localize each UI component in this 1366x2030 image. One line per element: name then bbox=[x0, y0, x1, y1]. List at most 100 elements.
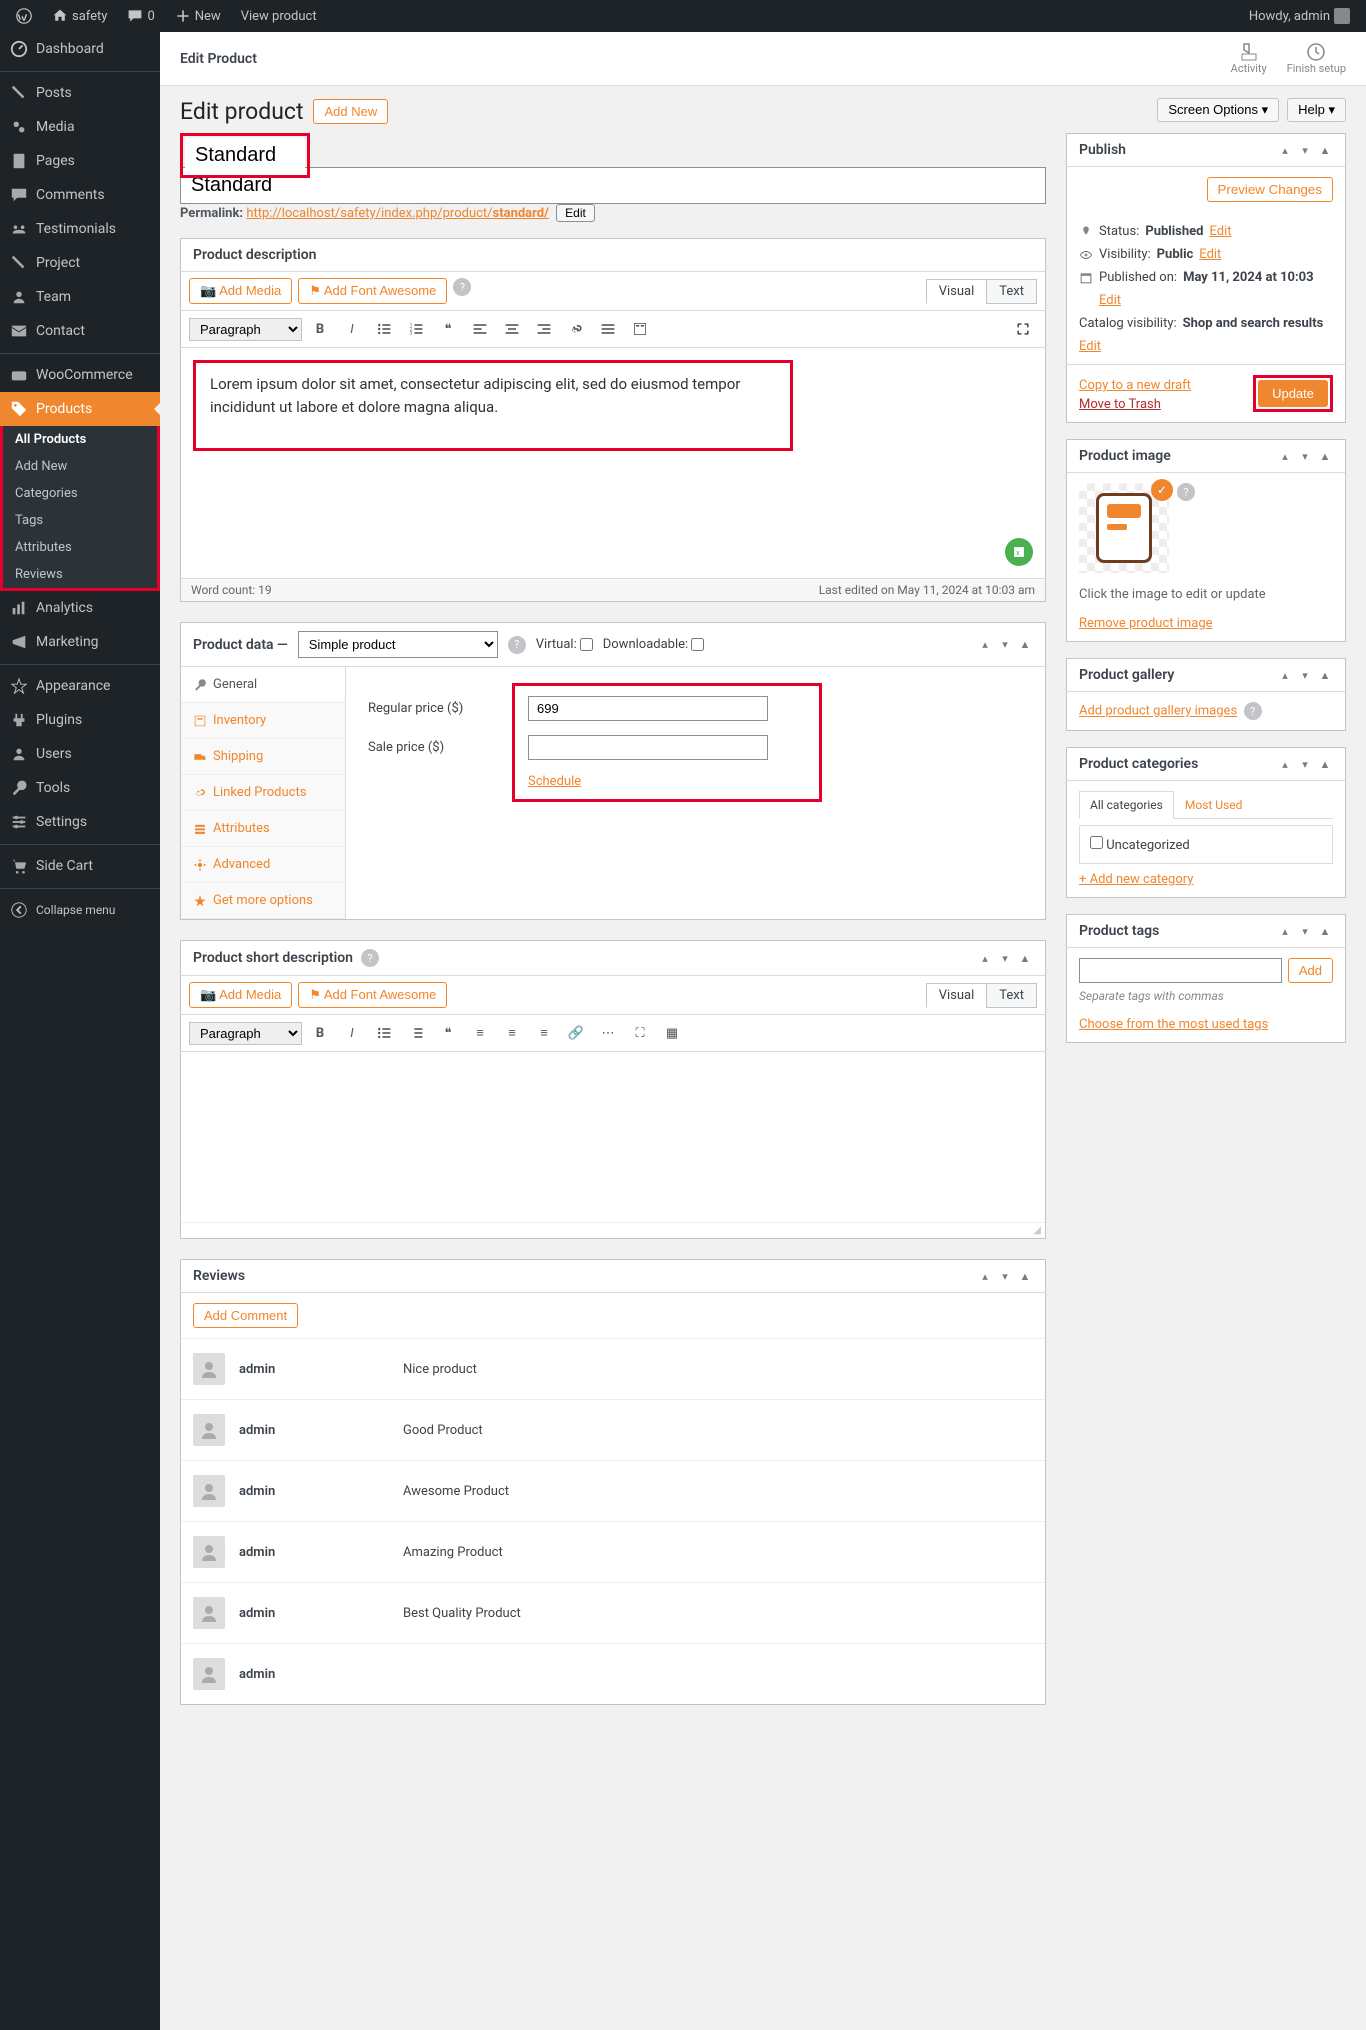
product-type-select[interactable]: Simple product bbox=[298, 631, 498, 658]
chevron-up-icon[interactable]: ▴ bbox=[1277, 756, 1293, 772]
help-icon[interactable]: ? bbox=[361, 949, 379, 967]
cat-tab-most[interactable]: Most Used bbox=[1174, 791, 1254, 819]
help-icon[interactable]: ? bbox=[453, 278, 471, 296]
sidebar-item-dashboard[interactable]: Dashboard bbox=[0, 32, 160, 66]
sidebar-item-collapse[interactable]: Collapse menu bbox=[0, 888, 160, 927]
update-button[interactable]: Update bbox=[1258, 380, 1328, 407]
review-item[interactable]: adminNice product bbox=[181, 1338, 1045, 1399]
virtual-checkbox[interactable] bbox=[580, 638, 593, 651]
chevron-down-icon[interactable]: ▾ bbox=[1297, 448, 1313, 464]
sort-icon[interactable]: ▲ bbox=[1317, 142, 1333, 158]
sub-reviews[interactable]: Reviews bbox=[3, 561, 157, 588]
sort-icon[interactable]: ▲ bbox=[1017, 637, 1033, 653]
regular-price-input[interactable] bbox=[528, 696, 768, 721]
italic-icon[interactable]: I bbox=[338, 315, 366, 343]
sale-price-input[interactable] bbox=[528, 735, 768, 760]
pd-tab-linked[interactable]: Linked Products bbox=[181, 775, 345, 811]
activity-button[interactable]: Activity bbox=[1231, 42, 1267, 75]
sub-all-products[interactable]: All Products bbox=[3, 426, 157, 453]
excel-badge-icon[interactable]: x bbox=[1005, 538, 1033, 566]
downloadable-checkbox[interactable] bbox=[691, 638, 704, 651]
format-select[interactable]: Paragraph bbox=[189, 318, 302, 341]
link-icon[interactable] bbox=[562, 315, 590, 343]
more-icon[interactable]: ⋯ bbox=[594, 1019, 622, 1047]
help-icon[interactable]: ? bbox=[1177, 483, 1195, 501]
chevron-up-icon[interactable]: ▴ bbox=[977, 950, 993, 966]
permalink-link[interactable]: http://localhost/safety/index.php/produc… bbox=[246, 206, 549, 221]
sort-icon[interactable]: ▲ bbox=[1317, 923, 1333, 939]
sidebar-item-posts[interactable]: Posts bbox=[0, 71, 160, 110]
ul-icon[interactable] bbox=[370, 315, 398, 343]
product-image-thumbnail[interactable]: ✓ bbox=[1079, 483, 1169, 573]
tag-input[interactable] bbox=[1079, 958, 1282, 983]
sidebar-item-project[interactable]: Project bbox=[0, 246, 160, 280]
more-icon[interactable] bbox=[594, 315, 622, 343]
choose-tags-link[interactable]: Choose from the most used tags bbox=[1079, 1017, 1268, 1032]
tab-text[interactable]: Text bbox=[986, 279, 1037, 304]
chevron-down-icon[interactable]: ▾ bbox=[997, 1268, 1013, 1284]
ol-icon[interactable] bbox=[402, 1019, 430, 1047]
chevron-down-icon[interactable]: ▾ bbox=[1297, 142, 1313, 158]
chevron-up-icon[interactable]: ▴ bbox=[1277, 667, 1293, 683]
align-center-icon[interactable]: ≡ bbox=[498, 1019, 526, 1047]
edit-visibility-link[interactable]: Edit bbox=[1199, 247, 1221, 262]
add-fontawesome-button[interactable]: ⚑ Add Font Awesome bbox=[298, 982, 447, 1008]
cat-tab-all[interactable]: All categories bbox=[1079, 791, 1174, 819]
italic-icon[interactable]: I bbox=[338, 1019, 366, 1047]
align-left-icon[interactable] bbox=[466, 315, 494, 343]
permalink-edit-button[interactable]: Edit bbox=[556, 204, 595, 222]
toolbar-toggle-icon[interactable]: ▦ bbox=[658, 1019, 686, 1047]
chevron-up-icon[interactable]: ▴ bbox=[977, 1268, 993, 1284]
pd-tab-attributes[interactable]: Attributes bbox=[181, 811, 345, 847]
edit-status-link[interactable]: Edit bbox=[1209, 224, 1231, 239]
review-item[interactable]: adminAmazing Product bbox=[181, 1521, 1045, 1582]
fullscreen-icon[interactable]: ⛶ bbox=[626, 1019, 654, 1047]
edit-catalog-link[interactable]: Edit bbox=[1079, 339, 1101, 354]
review-item[interactable]: adminAwesome Product bbox=[181, 1460, 1045, 1521]
finish-setup-button[interactable]: Finish setup bbox=[1287, 42, 1346, 75]
pd-tab-more[interactable]: Get more options bbox=[181, 883, 345, 919]
sidebar-item-appearance[interactable]: Appearance bbox=[0, 664, 160, 703]
quote-icon[interactable]: ❝ bbox=[434, 1019, 462, 1047]
review-item[interactable]: admin bbox=[181, 1643, 1045, 1704]
tab-text[interactable]: Text bbox=[986, 983, 1037, 1008]
chevron-down-icon[interactable]: ▾ bbox=[1297, 756, 1313, 772]
add-tag-button[interactable]: Add bbox=[1288, 958, 1333, 983]
sidebar-item-comments[interactable]: Comments bbox=[0, 178, 160, 212]
sub-tags[interactable]: Tags bbox=[3, 507, 157, 534]
chevron-up-icon[interactable]: ▴ bbox=[1277, 142, 1293, 158]
bold-icon[interactable]: B bbox=[306, 1019, 334, 1047]
chevron-down-icon[interactable]: ▾ bbox=[1297, 667, 1313, 683]
add-media-button[interactable]: 📷 Add Media bbox=[189, 982, 292, 1008]
chevron-up-icon[interactable]: ▴ bbox=[977, 637, 993, 653]
add-media-button[interactable]: 📷 Add Media bbox=[189, 278, 292, 304]
help-button[interactable]: Help ▾ bbox=[1287, 98, 1346, 122]
sub-add-new[interactable]: Add New bbox=[3, 453, 157, 480]
help-icon[interactable]: ? bbox=[1244, 702, 1262, 720]
align-right-icon[interactable]: ≡ bbox=[530, 1019, 558, 1047]
add-gallery-link[interactable]: Add product gallery images bbox=[1079, 704, 1237, 719]
product-title-input[interactable] bbox=[185, 138, 305, 173]
edit-date-link[interactable]: Edit bbox=[1099, 293, 1121, 308]
short-editor-body[interactable] bbox=[181, 1052, 1045, 1222]
tab-visual[interactable]: Visual bbox=[926, 983, 988, 1008]
sidebar-item-users[interactable]: Users bbox=[0, 737, 160, 771]
remove-image-link[interactable]: Remove product image bbox=[1079, 616, 1213, 631]
copy-draft-link[interactable]: Copy to a new draft bbox=[1079, 378, 1191, 393]
add-category-link[interactable]: + Add new category bbox=[1079, 872, 1193, 887]
chevron-up-icon[interactable]: ▴ bbox=[1277, 448, 1293, 464]
description-content[interactable]: Lorem ipsum dolor sit amet, consectetur … bbox=[193, 360, 793, 451]
site-link[interactable]: safety bbox=[44, 0, 115, 32]
ol-icon[interactable]: 123 bbox=[402, 315, 430, 343]
align-left-icon[interactable]: ≡ bbox=[466, 1019, 494, 1047]
review-item[interactable]: adminBest Quality Product bbox=[181, 1582, 1045, 1643]
pd-tab-advanced[interactable]: Advanced bbox=[181, 847, 345, 883]
sub-attributes[interactable]: Attributes bbox=[3, 534, 157, 561]
sidebar-item-marketing[interactable]: Marketing bbox=[0, 625, 160, 659]
screen-options-button[interactable]: Screen Options ▾ bbox=[1157, 98, 1279, 122]
new-link[interactable]: New bbox=[167, 0, 229, 32]
sidebar-item-products[interactable]: Products bbox=[0, 392, 160, 426]
sort-icon[interactable]: ▲ bbox=[1317, 448, 1333, 464]
comments-link[interactable]: 0 bbox=[119, 0, 162, 32]
bold-icon[interactable]: B bbox=[306, 315, 334, 343]
